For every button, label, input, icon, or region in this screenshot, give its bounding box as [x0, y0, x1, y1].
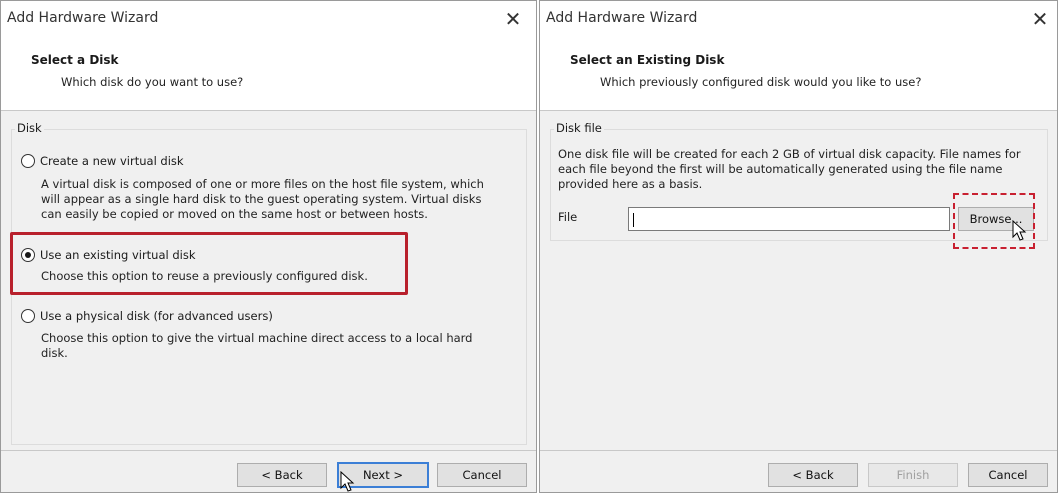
description-line: One disk file will be created for each 2…	[558, 147, 1021, 161]
wizard-header: Select an Existing Disk Which previously…	[540, 35, 1057, 111]
footer-separator	[540, 450, 1057, 451]
cancel-button[interactable]: Cancel	[437, 463, 527, 487]
text-caret	[633, 213, 634, 227]
description-line: provided here as a basis.	[558, 177, 703, 191]
header-subtitle: Which previously configured disk would y…	[600, 75, 922, 89]
wizard-header: Select a Disk Which disk do you want to …	[1, 35, 536, 111]
footer-separator	[1, 450, 536, 451]
window-title: Add Hardware Wizard	[546, 10, 698, 26]
disk-file-description: One disk file will be created for each 2…	[558, 147, 1021, 192]
header-subtitle: Which disk do you want to use?	[61, 75, 244, 89]
description-line: can easily be copied or moved on the sam…	[41, 207, 428, 221]
radio-use-physical-disk[interactable]: Use a physical disk (for advanced users)	[21, 309, 273, 323]
file-path-input[interactable]	[628, 207, 950, 231]
finish-button[interactable]: Finish	[868, 463, 958, 487]
radio-label: Create a new virtual disk	[40, 154, 184, 168]
close-icon: ✕	[1031, 7, 1049, 31]
radio-create-new-disk[interactable]: Create a new virtual disk	[21, 154, 184, 168]
header-title: Select an Existing Disk	[570, 53, 725, 67]
group-label-disk: Disk	[15, 121, 44, 135]
close-button[interactable]: ✕	[1020, 5, 1058, 33]
cancel-button[interactable]: Cancel	[968, 463, 1048, 487]
title-bar: Add Hardware Wizard ✕	[1, 1, 536, 35]
close-button[interactable]: ✕	[493, 5, 533, 33]
radio-button[interactable]	[21, 154, 35, 168]
close-icon: ✕	[504, 7, 522, 31]
description-line: will appear as a single hard disk to the…	[41, 192, 482, 206]
description-line: A virtual disk is composed of one or mor…	[41, 177, 484, 191]
highlight-existing-disk-option	[10, 232, 408, 295]
description-line: each file beyond the first will be autom…	[558, 162, 1003, 176]
header-title: Select a Disk	[31, 53, 119, 67]
mouse-cursor-icon	[1012, 220, 1027, 241]
create-new-disk-description: A virtual disk is composed of one or mor…	[41, 177, 484, 222]
mouse-cursor-icon	[340, 471, 355, 492]
description-line: Choose this option to give the virtual m…	[41, 331, 473, 345]
title-bar: Add Hardware Wizard ✕	[540, 1, 1057, 35]
back-button[interactable]: < Back	[237, 463, 327, 487]
radio-label: Use a physical disk (for advanced users)	[40, 309, 273, 323]
radio-button[interactable]	[21, 309, 35, 323]
group-label-disk-file: Disk file	[554, 121, 604, 135]
file-label: File	[558, 210, 578, 224]
description-line: disk.	[41, 346, 68, 360]
back-button[interactable]: < Back	[768, 463, 858, 487]
use-physical-disk-description: Choose this option to give the virtual m…	[41, 331, 473, 361]
window-title: Add Hardware Wizard	[7, 10, 159, 26]
